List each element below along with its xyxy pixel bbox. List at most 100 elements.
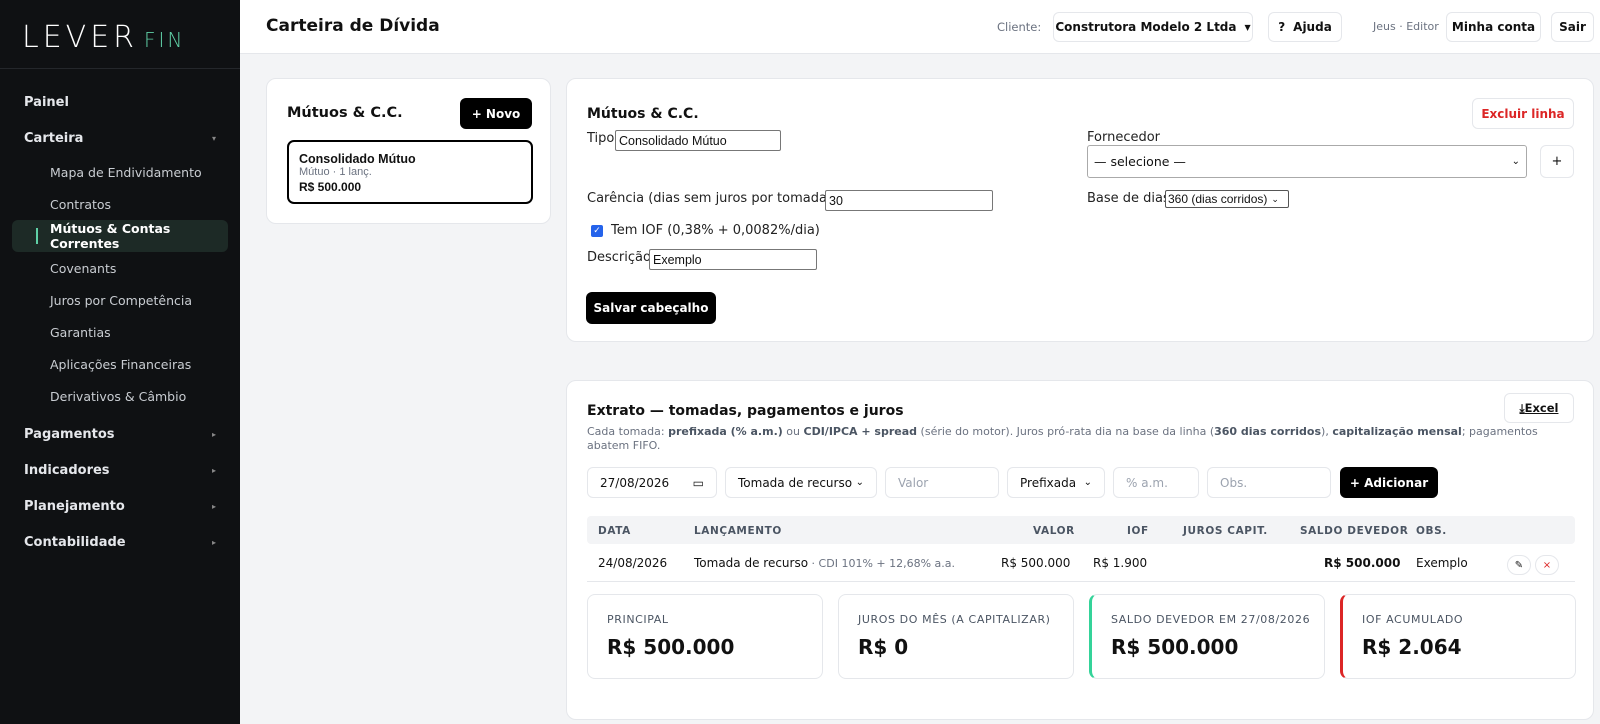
save-header-button[interactable]: Salvar cabeçalho — [586, 292, 716, 324]
kpi-iof-acumulado: IOF ACUMULADO R$ 2.064 — [1340, 594, 1576, 679]
delete-x-icon[interactable]: × — [1535, 555, 1559, 575]
column-header[interactable]: OBS. — [1416, 525, 1447, 537]
sidebar-item-planejamento[interactable]: Planejamento ▸ — [0, 488, 240, 524]
column-header[interactable]: VALOR — [1033, 525, 1075, 537]
entry-type-select[interactable]: Tomada de recurso ⌄ — [725, 467, 877, 498]
chevron-down-icon: ▾ — [211, 133, 216, 143]
client-select-value: Construtora Modelo 2 Ltda — [1055, 20, 1237, 34]
sidebar-item-label: Planejamento — [24, 498, 125, 514]
new-button[interactable]: + Novo — [460, 98, 532, 129]
cell-lancamento-detail: · CDI 101% + 12,68% a.a. — [808, 557, 956, 570]
sidebar-subitem-covenants[interactable]: Covenants — [0, 252, 240, 284]
sidebar-subitem-garantias[interactable]: Garantias — [0, 316, 240, 348]
sidebar-subitem-derivativos[interactable]: Derivativos & Câmbio — [0, 380, 240, 412]
excel-export-button[interactable]: ⤓ Excel — [1504, 393, 1574, 423]
edit-pencil-icon[interactable]: ✎ — [1507, 555, 1531, 575]
delete-line-button[interactable]: Excluir linha — [1472, 98, 1574, 129]
question-icon: ? — [1278, 20, 1286, 34]
list-item[interactable]: Consolidado Mútuo Mútuo · 1 lanç. R$ 500… — [287, 140, 533, 204]
excel-button-label: Excel — [1524, 401, 1559, 415]
base-dias-label: Base de dias — [1087, 191, 1170, 206]
account-button[interactable]: Minha conta — [1446, 12, 1541, 42]
column-header[interactable]: JUROS CAPIT. — [1183, 525, 1268, 537]
kpi-value: R$ 2.064 — [1362, 635, 1462, 659]
cell-lancamento: Tomada de recurso · CDI 101% + 12,68% a.… — [694, 556, 956, 570]
kpi-juros-mes: JUROS DO MÊS (A CAPITALIZAR) R$ 0 — [838, 594, 1074, 679]
add-entry-button[interactable]: + Adicionar — [1340, 467, 1438, 498]
sidebar-nav: Painel Carteira ▾ Mapa de Endividamento … — [0, 84, 240, 560]
rate-type-select[interactable]: Prefixada ⌄ — [1007, 467, 1105, 498]
cell-valor: R$ 500.000 — [1001, 556, 1071, 570]
fornecedor-select-value: — selecione — — [1094, 154, 1186, 169]
date-input-value: 27/08/2026 — [600, 475, 670, 490]
sidebar-item-label: Contabilidade — [24, 534, 126, 550]
kpi-label: PRINCIPAL — [607, 613, 669, 626]
fornecedor-label: Fornecedor — [1087, 130, 1161, 145]
sidebar-item-painel[interactable]: Painel — [0, 84, 240, 120]
value-input[interactable]: Valor — [885, 467, 999, 498]
chevron-down-icon: ⌄ — [855, 477, 864, 488]
cell-obs: Exemplo — [1416, 556, 1468, 570]
chevron-right-icon: ▸ — [211, 429, 216, 439]
calendar-icon: ▭ — [692, 475, 704, 490]
sidebar-subitem-label: Aplicações Financeiras — [50, 356, 192, 372]
fornecedor-select[interactable]: — selecione — ⌄ — [1087, 145, 1527, 178]
header-form-card: Mútuos & C.C. Excluir linha Tipo Consoli… — [566, 78, 1594, 342]
chevron-right-icon: ▸ — [211, 537, 216, 547]
sidebar-subitem-mutuos[interactable]: Mútuos & Contas Correntes — [12, 220, 228, 252]
list-title: Mútuos & C.C. — [287, 105, 403, 121]
descricao-label: Descrição — [587, 250, 651, 265]
form-title: Mútuos & C.C. — [587, 106, 699, 122]
help-button[interactable]: ? Ajuda — [1268, 12, 1342, 42]
brand-logo[interactable]: LEVER FIN — [22, 20, 185, 55]
descricao-input[interactable]: Exemplo — [649, 249, 817, 270]
column-header[interactable]: DATA — [598, 525, 631, 537]
column-header[interactable]: SALDO DEVEDOR — [1300, 525, 1408, 537]
kpi-principal: PRINCIPAL R$ 500.000 — [587, 594, 823, 679]
kpi-value: R$ 0 — [858, 635, 909, 659]
topbar: Carteira de Dívida Cliente: Construtora … — [240, 0, 1600, 54]
sidebar-subitem-mapa[interactable]: Mapa de Endividamento — [0, 156, 240, 188]
base-dias-select-value: 360 (dias corridos) — [1168, 192, 1268, 206]
kpi-value: R$ 500.000 — [607, 635, 735, 659]
sidebar-item-indicadores[interactable]: Indicadores ▸ — [0, 452, 240, 488]
sidebar-item-contabilidade[interactable]: Contabilidade ▸ — [0, 524, 240, 560]
column-header[interactable]: LANÇAMENTO — [694, 525, 782, 537]
date-input[interactable]: 27/08/2026 ▭ — [587, 467, 717, 498]
sidebar-subitem-aplicacoes[interactable]: Aplicações Financeiras — [0, 348, 240, 380]
obs-input[interactable]: Obs. — [1207, 467, 1331, 498]
sidebar-subitem-label: Mútuos & Contas Correntes — [50, 221, 171, 251]
logout-button[interactable]: Sair — [1551, 12, 1594, 42]
column-header[interactable]: IOF — [1127, 525, 1149, 537]
carencia-input[interactable]: 30 — [825, 190, 993, 211]
base-dias-select[interactable]: 360 (dias corridos) ⌄ — [1165, 190, 1289, 208]
table-row: 24/08/2026 Tomada de recurso · CDI 101% … — [587, 544, 1575, 582]
statement-card: Extrato — tomadas, pagamentos e juros ⤓ … — [566, 380, 1594, 720]
table-header: DATA LANÇAMENTO VALOR IOF JUROS CAPIT. S… — [587, 516, 1575, 544]
cell-iof: R$ 1.900 — [1093, 556, 1148, 570]
kpi-label: SALDO DEVEDOR EM 27/08/2026 — [1111, 613, 1311, 626]
sidebar-subitem-contratos[interactable]: Contratos — [0, 188, 240, 220]
sidebar-subitem-label: Mapa de Endividamento — [50, 164, 202, 180]
iof-checkbox[interactable]: ✓ — [591, 225, 603, 237]
tipo-input[interactable]: Consolidado Mútuo — [615, 130, 781, 151]
sidebar-divider — [0, 68, 240, 69]
caret-down-icon: ▼ — [1244, 22, 1251, 32]
kpi-saldo-devedor: SALDO DEVEDOR EM 27/08/2026 R$ 500.000 — [1089, 594, 1325, 679]
user-role-label: Jeus · Editor — [1373, 20, 1439, 33]
rate-input[interactable]: % a.m. — [1113, 467, 1199, 498]
list-item-name: Consolidado Mútuo — [299, 152, 416, 166]
client-select[interactable]: Construtora Modelo 2 Ltda ▼ — [1053, 12, 1253, 42]
sidebar-subitem-label: Contratos — [50, 196, 112, 212]
add-supplier-button[interactable]: + — [1540, 145, 1574, 178]
sidebar-item-label: Painel — [24, 94, 69, 110]
list-item-value: R$ 500.000 — [299, 180, 362, 194]
chevron-right-icon: ▸ — [211, 465, 216, 475]
cell-saldo: R$ 500.000 — [1324, 556, 1401, 570]
chevron-down-icon: ⌄ — [1083, 477, 1092, 488]
iof-label: Tem IOF (0,38% + 0,0082%/dia) — [611, 223, 820, 238]
sidebar-subitem-juros[interactable]: Juros por Competência — [0, 284, 240, 316]
chevron-right-icon: ▸ — [211, 501, 216, 511]
sidebar-item-pagamentos[interactable]: Pagamentos ▸ — [0, 416, 240, 452]
sidebar-item-carteira[interactable]: Carteira ▾ — [0, 120, 240, 156]
